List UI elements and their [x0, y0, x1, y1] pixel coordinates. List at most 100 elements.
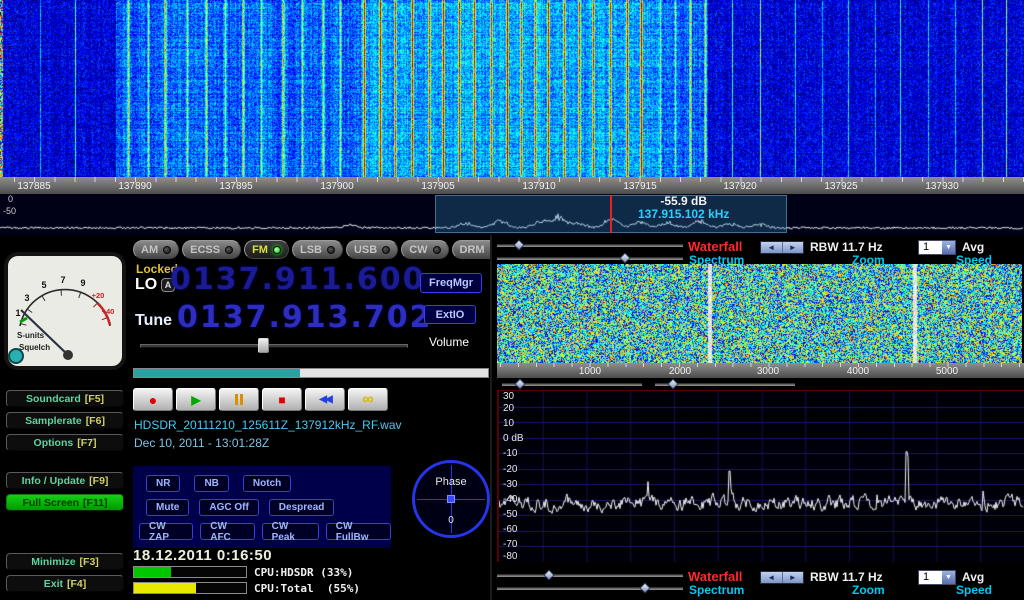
info-update-button-label: Info / Update	[22, 475, 86, 487]
s-meter-tick-label: 5	[41, 280, 46, 290]
display-scrollbar[interactable]: ◄ ►	[760, 571, 804, 584]
freqmgr-button[interactable]: FreqMgr	[420, 273, 482, 293]
fullscreen-button-key: [F11]	[83, 497, 108, 509]
scroll-right-icon[interactable]: ►	[782, 242, 804, 253]
despread-button[interactable]: Despread	[269, 499, 335, 516]
zoom-slider-thumb[interactable]	[543, 569, 554, 580]
shift-slider-thumb[interactable]	[619, 252, 630, 263]
avg-select[interactable]: 1 ▼	[918, 240, 956, 255]
squelch-knob[interactable]	[9, 349, 23, 363]
af-waterfall-display[interactable]	[497, 264, 1022, 363]
phase-indicator[interactable]: Phase 0	[408, 456, 494, 548]
volume-slider[interactable]	[140, 338, 408, 353]
play-button[interactable]: ▶	[176, 388, 216, 411]
mode-usb[interactable]: USB	[346, 240, 398, 259]
mode-led-icon	[273, 246, 281, 254]
phase-marker	[447, 495, 455, 503]
s-units-label: S-units	[17, 331, 45, 340]
phase-label: Phase	[415, 476, 487, 488]
mute-button[interactable]: Mute	[146, 499, 189, 516]
mode-led-icon	[382, 246, 390, 254]
nr-button[interactable]: NR	[146, 475, 180, 492]
loop-button[interactable]: ∞	[348, 388, 388, 411]
mode-am[interactable]: AM	[133, 240, 179, 259]
waterfall-toggle[interactable]: Waterfall	[688, 239, 742, 254]
mode-led-icon	[433, 246, 441, 254]
cpu-total-text: CPU:Total (55%)	[254, 582, 360, 595]
db-scale-label: -10	[503, 448, 517, 459]
minimize-button-key: [F3]	[80, 556, 99, 568]
mode-fm-label: FM	[252, 244, 268, 256]
lo-frequency-display[interactable]: 0137.911.600	[170, 262, 426, 297]
chevron-down-icon[interactable]: ▼	[942, 571, 955, 584]
record-button[interactable]: ●	[133, 388, 173, 411]
scroll-left-icon[interactable]: ◄	[761, 572, 782, 583]
mode-ecss[interactable]: ECSS	[182, 240, 241, 259]
db-scale-label: -30	[503, 479, 517, 490]
stop-button[interactable]: ■	[262, 388, 302, 411]
playback-position-bar[interactable]	[133, 368, 489, 378]
zoom-slider-thumb[interactable]	[513, 239, 524, 250]
af-spectrum-display[interactable]: 30 20 10 0 dB -10 -20 -30 -40 -50 -60 -7…	[497, 390, 1024, 562]
volume-slider-thumb[interactable]	[258, 338, 269, 353]
scroll-left-icon[interactable]: ◄	[761, 242, 782, 253]
tune-cursor[interactable]	[610, 195, 612, 233]
ruler-label: 137895	[211, 181, 261, 192]
tune-frequency-display[interactable]: 0137.913.702	[177, 300, 433, 335]
agc-button[interactable]: AGC Off	[199, 499, 258, 516]
af-shift-slider[interactable]	[655, 383, 795, 386]
main-spectrum-display[interactable]: 0 -50 -55.9 dB 137.915.102 kHz	[0, 194, 1024, 235]
info-update-button[interactable]: Info / Update [F9]	[6, 472, 124, 489]
exit-button[interactable]: Exit [F4]	[6, 575, 124, 592]
fullscreen-button[interactable]: Full Screen [F11]	[6, 494, 124, 511]
spectrum-toggle[interactable]: Spectrum	[689, 583, 744, 597]
dsp-panel: NR NB Notch Mute AGC Off Despread CW ZAP…	[133, 466, 391, 548]
hdsdr-window: 137885 137890 137895 137900 137905 13791…	[0, 0, 1024, 600]
mode-fm[interactable]: FM	[244, 240, 289, 259]
panel-divider	[490, 235, 492, 600]
main-waterfall-display[interactable]	[0, 0, 1024, 177]
af-shift-slider-thumb[interactable]	[667, 378, 678, 389]
samplerate-button[interactable]: Samplerate [F6]	[6, 412, 124, 429]
chevron-down-icon[interactable]: ▼	[942, 241, 955, 254]
play-icon: ▶	[191, 393, 200, 407]
mode-cw[interactable]: CW	[401, 240, 448, 259]
af-zoom-slider[interactable]	[502, 383, 642, 386]
af-frequency-ruler[interactable]: 1000 2000 3000 4000 5000	[497, 363, 1024, 378]
nb-button[interactable]: NB	[194, 475, 228, 492]
s-meter-pivot	[63, 350, 73, 360]
mode-lsb[interactable]: LSB	[292, 240, 343, 259]
phase-circle: Phase 0	[412, 460, 490, 538]
soundcard-button-key: [F5]	[85, 393, 104, 405]
frequency-ruler[interactable]: 137885 137890 137895 137900 137905 13791…	[0, 177, 1024, 194]
db-scale-label: -40	[503, 494, 517, 505]
af-slider-strip	[497, 378, 1024, 390]
waterfall-toggle[interactable]: Waterfall	[688, 569, 742, 584]
cw-peak-button[interactable]: CW Peak	[262, 523, 319, 540]
minimize-button[interactable]: Minimize [F3]	[6, 553, 124, 570]
db-scale-label: -80	[503, 551, 517, 562]
shift-slider-thumb[interactable]	[639, 582, 650, 593]
cw-zap-button[interactable]: CW ZAP	[139, 523, 193, 540]
display-scrollbar[interactable]: ◄ ►	[760, 241, 804, 254]
stop-icon: ■	[278, 393, 285, 407]
zoom-slider[interactable]	[497, 244, 683, 247]
spectrum-scale-label: 0	[8, 194, 13, 204]
cw-afc-button[interactable]: CW AFC	[200, 523, 254, 540]
af-ruler-label: 3000	[746, 366, 790, 377]
avg-select[interactable]: 1 ▼	[918, 570, 956, 585]
af-zoom-slider-thumb[interactable]	[514, 378, 525, 389]
extio-button[interactable]: ExtIO	[424, 305, 476, 324]
shift-slider[interactable]	[497, 587, 683, 590]
mode-am-label: AM	[141, 244, 158, 256]
cw-fullbw-button[interactable]: CW FullBw	[326, 523, 391, 540]
notch-button[interactable]: Notch	[243, 475, 291, 492]
rewind-button[interactable]: ◀◀	[305, 388, 345, 411]
options-button[interactable]: Options [F7]	[6, 434, 124, 451]
zoom-slider[interactable]	[497, 574, 683, 577]
soundcard-button[interactable]: Soundcard [F5]	[6, 390, 124, 407]
shift-slider[interactable]	[497, 257, 683, 260]
pause-button[interactable]	[219, 388, 259, 411]
scroll-right-icon[interactable]: ►	[782, 572, 804, 583]
record-icon: ●	[149, 392, 157, 408]
